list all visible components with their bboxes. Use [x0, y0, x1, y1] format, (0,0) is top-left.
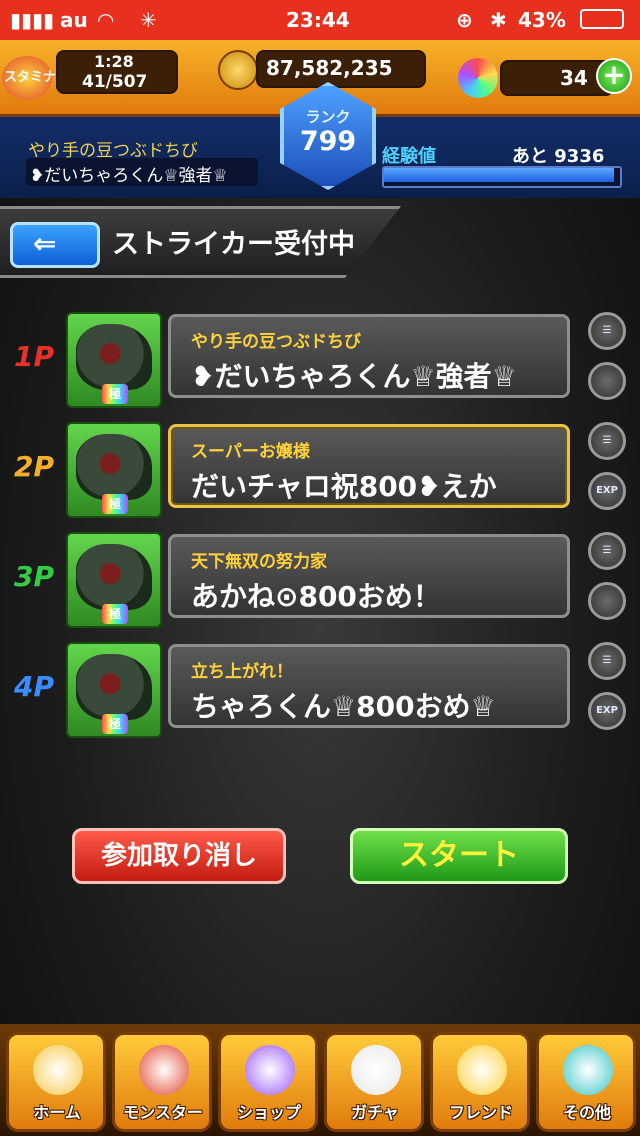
nav-label: ホーム: [33, 1103, 81, 1122]
rarity-badge: 極: [102, 384, 128, 404]
coin-panel: 87,582,235: [256, 50, 426, 88]
bluetooth-icon: ✱: [490, 8, 507, 32]
battery-percent: 43%: [518, 8, 566, 32]
menu-button[interactable]: ☰: [588, 642, 626, 680]
player-title: 立ち上がれ！: [191, 662, 293, 682]
stamina-label: スタミナ: [4, 70, 57, 85]
player-title: やり手の豆つぶドちび: [191, 332, 361, 352]
player-card[interactable]: 立ち上がれ！ ちゃろくん♕800おめ♕: [168, 644, 570, 728]
orb-count: 34: [560, 66, 588, 90]
monster-avatar[interactable]: 極: [66, 642, 162, 738]
coin-icon: [218, 50, 258, 90]
menu-icon: ☰: [602, 545, 612, 556]
add-orb-button[interactable]: +: [596, 58, 632, 94]
player-slot-label: 3P: [14, 560, 55, 593]
battery-icon: [580, 9, 624, 29]
player-name: ❥だいちゃろくん♕強者♕: [30, 166, 228, 186]
exp-remaining: あと 9336: [512, 146, 605, 167]
status-button[interactable]: EXP: [588, 472, 626, 510]
menu-button[interactable]: ☰: [588, 422, 626, 460]
menu-button[interactable]: ☰: [588, 532, 626, 570]
player-name: ❥だいちゃろくん♕強者♕: [191, 360, 517, 393]
other-icon: [563, 1045, 613, 1095]
stamina-panel: 1:28 41/507: [56, 50, 178, 94]
nav-item-monster[interactable]: モンスター: [112, 1032, 212, 1132]
exp-badge: EXP: [596, 485, 618, 496]
exp-label: 経験値: [382, 146, 436, 167]
menu-icon: ☰: [602, 655, 612, 666]
player-name-box: ❥だいちゃろくん♕強者♕: [26, 158, 258, 186]
nav-label: モンスター: [123, 1103, 203, 1122]
player-name: あかね⊙800おめ！: [191, 580, 441, 613]
nav-item-orb[interactable]: ショップ: [218, 1032, 318, 1132]
rarity-badge: 極: [102, 604, 128, 624]
player-card[interactable]: 天下無双の努力家あかね⊙800おめ！: [168, 534, 570, 618]
status-button[interactable]: [588, 362, 626, 400]
clock: 23:44: [286, 8, 350, 32]
coin-count: 87,582,235: [266, 56, 393, 80]
nav-label: フレンド: [448, 1103, 513, 1122]
friends-icon: [457, 1045, 507, 1095]
carrier-label: au: [60, 8, 88, 32]
lock-rotation-icon: ⊕: [456, 8, 473, 32]
player-name: だいチャロ祝800❥えか: [191, 470, 497, 503]
rarity-badge: 極: [102, 494, 128, 514]
monster-icon: [76, 324, 152, 390]
exp-badge: EXP: [596, 705, 618, 716]
monster-avatar[interactable]: 極: [66, 532, 162, 628]
player-title: スーパーお嬢様: [191, 442, 310, 462]
monster-icon: [76, 544, 152, 610]
back-arrow-icon: ⇐: [33, 227, 57, 260]
monster-icon: [76, 654, 152, 720]
nav-label: ガチャ: [351, 1103, 399, 1122]
player-slot-label: 4P: [14, 670, 55, 703]
nav-item-egg[interactable]: ガチャ: [324, 1032, 424, 1132]
rarity-badge: 極: [102, 714, 128, 734]
back-button[interactable]: ⇐: [10, 222, 100, 268]
player-slot-label: 1P: [14, 340, 55, 373]
nav-label: その他: [562, 1103, 611, 1122]
exp-bar-fill: [384, 168, 614, 182]
signal-icon: ▮▮▮▮: [10, 8, 55, 32]
monster-avatar[interactable]: 極: [66, 312, 162, 408]
menu-icon: ☰: [602, 435, 612, 446]
nav-item-home[interactable]: ホーム: [6, 1032, 106, 1132]
start-button[interactable]: スタート: [350, 828, 568, 884]
nav-label: ショップ: [236, 1103, 301, 1122]
loading-icon: ✳: [140, 8, 157, 32]
player-title: 天下無双の努力家: [191, 552, 327, 572]
status-bar: ▮▮▮▮ au ◠ ✳ 23:44 ⊕ ✱ 43%: [0, 0, 640, 40]
monster-avatar[interactable]: 極: [66, 422, 162, 518]
wifi-icon: ◠: [98, 8, 114, 32]
cancel-join-button[interactable]: 参加取り消し: [72, 828, 286, 884]
stamina-timer: 1:28: [94, 52, 134, 71]
monster-icon: [76, 434, 152, 500]
menu-icon: ☰: [602, 325, 612, 336]
nav-item-other[interactable]: その他: [536, 1032, 636, 1132]
nav-item-friends[interactable]: フレンド: [430, 1032, 530, 1132]
player-name: ちゃろくん♕800おめ♕: [191, 690, 496, 723]
player-card[interactable]: やり手の豆つぶドちび ❥だいちゃろくん♕強者♕: [168, 314, 570, 398]
orb-icon: [458, 58, 498, 98]
egg-icon: [351, 1045, 401, 1095]
page-title: ストライカー受付中: [112, 229, 355, 260]
stamina-value: 41/507: [82, 72, 148, 92]
status-button[interactable]: EXP: [588, 692, 626, 730]
player-slot-label: 2P: [14, 450, 55, 483]
rank-label: ランク: [305, 108, 351, 126]
home-icon: [33, 1045, 83, 1095]
player-card[interactable]: スーパーお嬢様だいチャロ祝800❥えか: [168, 424, 570, 508]
menu-button[interactable]: ☰: [588, 312, 626, 350]
monster-icon: [139, 1045, 189, 1095]
rank-value: 799: [299, 126, 357, 157]
orb-icon: [245, 1045, 295, 1095]
status-button[interactable]: [588, 582, 626, 620]
